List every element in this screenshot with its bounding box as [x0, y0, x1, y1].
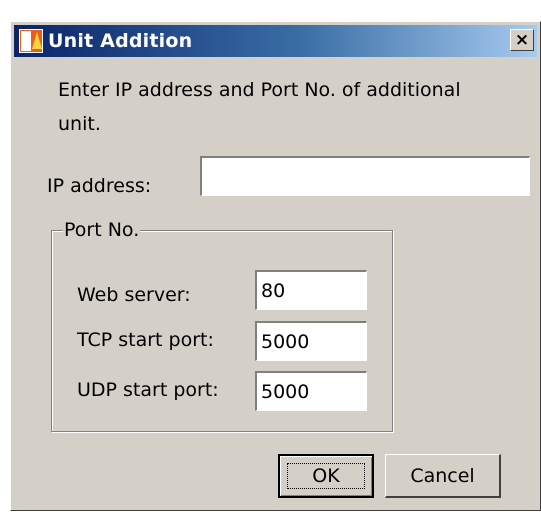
focus-rect: [287, 463, 365, 489]
tcp-start-port-label: TCP start port:: [77, 329, 214, 351]
title-bar[interactable]: Unit Addition ×: [14, 25, 537, 57]
ip-address-label: IP address:: [47, 175, 152, 197]
udp-start-port-label: UDP start port:: [77, 379, 219, 401]
dialog-title: Unit Addition: [48, 30, 193, 52]
port-group-legend: Port No.: [63, 219, 141, 241]
ip-address-input[interactable]: [200, 156, 530, 196]
ok-button[interactable]: OK: [278, 454, 374, 498]
tcp-start-port-input[interactable]: [255, 321, 367, 361]
instruction-text: Enter IP address and Port No. of additio…: [58, 79, 461, 135]
close-icon: ×: [514, 30, 530, 50]
web-server-port-input[interactable]: [255, 270, 367, 310]
web-server-label: Web server:: [77, 284, 191, 306]
unit-addition-dialog: Unit Addition × Enter IP address and Por…: [10, 21, 541, 511]
close-button[interactable]: ×: [510, 29, 534, 51]
cancel-button[interactable]: Cancel: [385, 454, 501, 498]
udp-start-port-input[interactable]: [255, 371, 367, 411]
cancel-button-label: Cancel: [410, 464, 475, 487]
pa-app-icon: [19, 29, 43, 53]
